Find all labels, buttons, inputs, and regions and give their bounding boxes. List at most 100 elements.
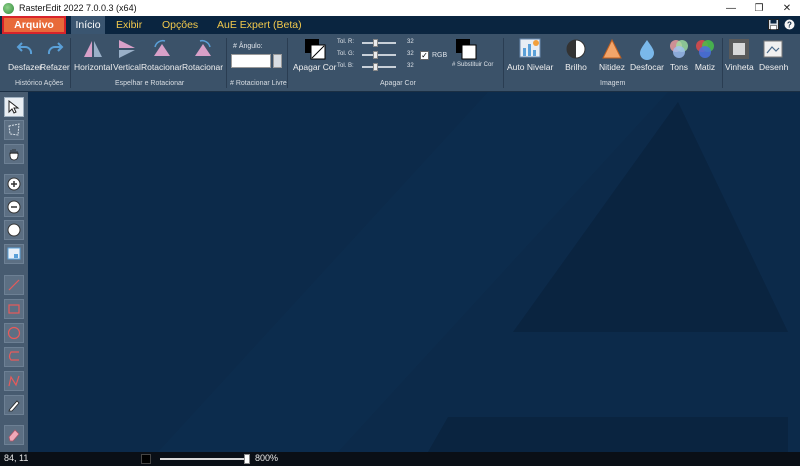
canvas-background-graphic bbox=[28, 92, 800, 452]
minimize-button[interactable]: — bbox=[717, 0, 745, 16]
zoom-color-swatch bbox=[141, 454, 151, 464]
substitute-color-label: # Substituir Cor bbox=[452, 62, 494, 68]
group-label-historico: Histórico Ações bbox=[15, 80, 64, 87]
arrow-cursor-icon bbox=[8, 100, 20, 114]
tolerance-b-label: Tol. B: bbox=[337, 63, 354, 69]
rotate-right-button[interactable]: Rotacionar bbox=[182, 38, 223, 72]
ellipse-tool[interactable] bbox=[4, 323, 24, 343]
polygon-select-icon bbox=[8, 123, 20, 136]
blur-drop-icon bbox=[640, 40, 654, 60]
group-label-rotacionar-livre: # Rotacionar Livre bbox=[230, 80, 287, 87]
zoom-out-icon bbox=[7, 200, 21, 214]
rgb-checkbox[interactable]: ✓ bbox=[420, 51, 429, 60]
zoom-slider-knob[interactable] bbox=[244, 454, 250, 464]
flip-horizontal-button[interactable]: Horizontal bbox=[74, 38, 112, 72]
group-label-apagar-cor: Apagar Cor bbox=[380, 80, 416, 87]
title-bar: RasterEdit 2022 7.0.0.3 (x64) — ❐ ✕ bbox=[0, 0, 800, 16]
hue-icon bbox=[696, 40, 714, 58]
toolbox bbox=[0, 92, 28, 452]
window-title: RasterEdit 2022 7.0.0.3 (x64) bbox=[19, 3, 137, 13]
tolerance-r-value: 32 bbox=[407, 39, 414, 45]
erase-color-button[interactable]: Apagar Cor bbox=[293, 38, 336, 72]
close-button[interactable]: ✕ bbox=[773, 0, 800, 16]
brightness-icon bbox=[566, 39, 586, 59]
select-polygon-tool[interactable] bbox=[4, 120, 24, 140]
redo-button[interactable]: Refazer bbox=[40, 38, 70, 72]
crop-tool[interactable] bbox=[4, 244, 24, 264]
tolerance-b-knob[interactable] bbox=[373, 63, 378, 71]
curve-tool[interactable] bbox=[4, 347, 24, 367]
brightness-button[interactable]: Brilho bbox=[565, 38, 587, 72]
rotate-left-button[interactable]: Rotacionar bbox=[141, 38, 182, 72]
pan-hand-tool[interactable] bbox=[4, 144, 24, 164]
tolerance-b-value: 32 bbox=[407, 63, 414, 69]
hue-button[interactable]: Matiz bbox=[694, 38, 716, 72]
pen-tool[interactable] bbox=[4, 395, 24, 415]
color-swatch-icon bbox=[456, 39, 477, 60]
zoom-level: 800% bbox=[255, 453, 279, 463]
polyline-icon bbox=[8, 375, 20, 387]
zoom-slider[interactable] bbox=[160, 458, 248, 460]
drawing-icon bbox=[763, 40, 783, 58]
help-icon[interactable]: ? bbox=[784, 19, 795, 30]
tones-icon bbox=[670, 40, 688, 58]
menu-opcoes[interactable]: Opções bbox=[162, 16, 198, 34]
flip-horizontal-icon bbox=[84, 41, 103, 57]
eraser-tool[interactable] bbox=[4, 425, 24, 445]
flip-vertical-icon bbox=[118, 40, 135, 58]
tolerance-b-slider[interactable] bbox=[362, 66, 396, 68]
zoom-in-icon bbox=[7, 177, 21, 191]
flip-vertical-button[interactable]: Vertical bbox=[113, 38, 141, 72]
select-arrow-tool[interactable] bbox=[4, 97, 24, 117]
line-tool[interactable] bbox=[4, 275, 24, 295]
undo-icon bbox=[16, 42, 33, 55]
image-canvas[interactable] bbox=[28, 92, 800, 452]
ribbon-separator bbox=[722, 38, 723, 88]
angle-input[interactable] bbox=[231, 54, 271, 68]
curve-icon bbox=[8, 351, 19, 361]
tolerance-g-slider[interactable] bbox=[362, 54, 396, 56]
menu-exibir[interactable]: Exibir bbox=[116, 16, 142, 34]
zoom-out-tool[interactable] bbox=[4, 197, 24, 217]
rgb-label: RGB bbox=[432, 52, 448, 59]
menu-aue-expert[interactable]: AuE Expert (Beta) bbox=[217, 16, 302, 34]
group-label-espelhar: Espelhar e Rotacionar bbox=[115, 80, 185, 87]
restore-button[interactable]: ❐ bbox=[745, 0, 773, 16]
status-bar: 84, 11 800% bbox=[0, 452, 800, 466]
color-swatch-icon bbox=[304, 39, 326, 60]
tolerance-g-knob[interactable] bbox=[373, 51, 378, 59]
menu-arquivo[interactable]: Arquivo bbox=[2, 16, 66, 34]
tones-button[interactable]: Tons bbox=[668, 38, 690, 72]
ribbon: Desfazer Refazer Histórico Ações Horizon… bbox=[0, 34, 800, 92]
save-icon[interactable] bbox=[768, 19, 779, 30]
line-icon bbox=[8, 279, 20, 291]
tolerance-r-label: Tol. R: bbox=[337, 39, 355, 45]
angle-label: # Ângulo: bbox=[233, 43, 263, 50]
zoom-in-tool[interactable] bbox=[4, 174, 24, 194]
polyline-tool[interactable] bbox=[4, 371, 24, 391]
svg-text:?: ? bbox=[787, 21, 792, 30]
undo-button[interactable]: Desfazer bbox=[8, 38, 42, 72]
sharpness-icon bbox=[602, 38, 622, 59]
drawing-button[interactable]: Desenh bbox=[759, 38, 788, 72]
tolerance-r-knob[interactable] bbox=[373, 39, 378, 47]
ribbon-separator bbox=[287, 38, 288, 88]
ribbon-separator bbox=[503, 38, 504, 88]
rectangle-tool[interactable] bbox=[4, 299, 24, 319]
auto-level-button[interactable]: Auto Nivelar bbox=[507, 38, 553, 72]
menu-inicio[interactable]: Início bbox=[71, 16, 105, 34]
sharpness-button[interactable]: Nitidez bbox=[599, 38, 625, 72]
zoom-fit-tool[interactable] bbox=[4, 220, 24, 240]
angle-spinner[interactable] bbox=[273, 54, 282, 68]
rotate-left-icon bbox=[153, 39, 170, 56]
auto-level-icon bbox=[519, 38, 541, 58]
ribbon-separator bbox=[226, 38, 227, 88]
tolerance-r-slider[interactable] bbox=[362, 42, 396, 44]
hand-icon bbox=[9, 149, 19, 161]
substitute-color-button[interactable] bbox=[455, 38, 477, 62]
vignette-button[interactable]: Vinheta bbox=[725, 38, 754, 72]
cursor-coordinates: 84, 11 bbox=[4, 453, 29, 463]
rectangle-icon bbox=[8, 304, 20, 314]
eraser-icon bbox=[8, 429, 20, 442]
blur-button[interactable]: Desfocar bbox=[630, 38, 664, 72]
